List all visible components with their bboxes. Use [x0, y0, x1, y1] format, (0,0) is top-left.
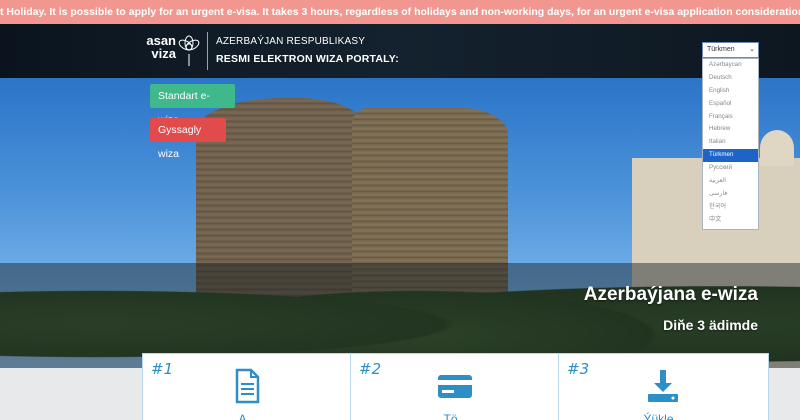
hero-subtitle: Diňe 3 ädimde: [663, 317, 758, 333]
step-label: Tö...: [443, 412, 468, 420]
step-card-3[interactable]: #3 Ýükle...: [558, 353, 769, 420]
building-cupola: [760, 130, 794, 166]
site-header: asan viza AZERBAÝJAN RESPUBLIKASY RESMI …: [0, 24, 800, 78]
language-option[interactable]: Italian: [703, 136, 758, 149]
hero-title: Azerbaýjana e-wiza: [583, 284, 758, 305]
step-card-2[interactable]: #2 Tö...: [350, 353, 561, 420]
flower-logo-icon: [178, 35, 200, 66]
language-option[interactable]: Türkmen: [703, 149, 758, 163]
language-option[interactable]: فارسی: [703, 188, 758, 201]
language-option[interactable]: Français: [703, 111, 758, 124]
language-option[interactable]: Azərbaycan: [703, 59, 758, 72]
announcement-ticker: t Holiday. It is possible to apply for a…: [0, 0, 800, 24]
language-option[interactable]: العربية: [703, 175, 758, 188]
logo-text: asan viza: [146, 33, 176, 61]
urgent-visa-button[interactable]: Gyssagly wiza: [150, 118, 226, 160]
header-divider: [207, 32, 208, 70]
step-label: A...: [238, 412, 257, 420]
language-select[interactable]: Türkmen ⌄: [702, 42, 759, 58]
chevron-down-icon: ⌄: [749, 46, 755, 53]
language-option[interactable]: 中文: [703, 214, 758, 227]
language-option[interactable]: Deutsch: [703, 72, 758, 85]
step-label: Ýükle...: [643, 412, 684, 420]
portal-title: RESMI ELEKTRON WIZA PORTALY:: [216, 53, 399, 65]
language-option[interactable]: 한국어: [703, 201, 758, 214]
step-card-1[interactable]: #1 A...: [142, 353, 353, 420]
country-title: AZERBAÝJAN RESPUBLIKASY: [216, 36, 366, 47]
step-number: #3: [567, 360, 590, 378]
language-option[interactable]: Hebrew: [703, 123, 758, 136]
language-dropdown: Azərbaycan Deutsch English Español Français H…: [702, 58, 759, 230]
asan-viza-logo[interactable]: asan viza: [140, 32, 202, 72]
standard-evisa-button[interactable]: Standart e-wiza: [150, 84, 235, 126]
step-number: #2: [359, 360, 382, 378]
language-option[interactable]: Русский: [703, 162, 758, 175]
step-number: #1: [151, 360, 174, 378]
language-option[interactable]: Español: [703, 98, 758, 111]
document-icon: [235, 368, 260, 404]
credit-card-icon: [438, 375, 472, 398]
download-icon: [648, 370, 678, 402]
language-option[interactable]: English: [703, 85, 758, 98]
